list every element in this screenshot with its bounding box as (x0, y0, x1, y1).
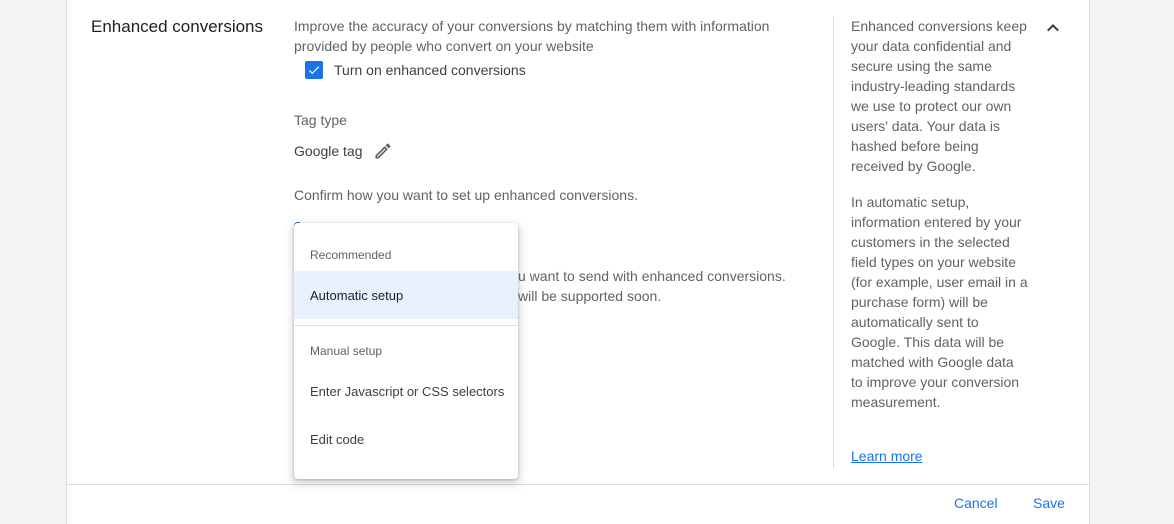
learn-more-link[interactable]: Learn more (851, 448, 923, 464)
dropdown-item-edit-code[interactable]: Edit code (294, 415, 518, 463)
setup-method-dropdown: Recommended Automatic setup Manual setup… (294, 223, 518, 479)
section-title: Enhanced conversions (91, 17, 264, 36)
dropdown-group-manual: Manual setup (310, 344, 383, 358)
obscured-text-line-2: will be supported soon. (518, 288, 662, 304)
pencil-icon[interactable] (373, 141, 393, 161)
obscured-text-line-1: u want to send with enhanced conversions… (518, 268, 786, 284)
checkbox-label: Turn on enhanced conversions (334, 62, 526, 78)
chevron-up-icon[interactable] (1041, 16, 1065, 40)
save-button[interactable]: Save (1033, 495, 1065, 511)
tag-type-label: Tag type (294, 112, 347, 128)
setup-confirm-text: Confirm how you want to set up enhanced … (294, 187, 638, 203)
enhanced-conversions-card: Enhanced conversions Improve the accurac… (66, 0, 1090, 524)
section-description: Improve the accuracy of your conversions… (294, 18, 770, 54)
tag-type-value: Google tag (294, 143, 363, 159)
sidebar-divider (833, 16, 834, 468)
sidebar-paragraph-2: In automatic setup, information entered … (851, 194, 1028, 410)
tag-type-row: Google tag (294, 141, 393, 161)
enhanced-conversions-checkbox-row[interactable]: Turn on enhanced conversions (305, 60, 526, 80)
dropdown-separator (294, 325, 518, 326)
dropdown-group-recommended: Recommended (310, 248, 392, 262)
dropdown-item-css-selectors[interactable]: Enter Javascript or CSS selectors (294, 367, 518, 415)
sidebar-paragraph-1: Enhanced conversions keep your data conf… (851, 18, 1027, 174)
enhanced-conversions-checkbox[interactable] (305, 61, 323, 79)
cancel-button[interactable]: Cancel (954, 495, 998, 511)
check-icon (308, 66, 320, 75)
dropdown-item-automatic-setup[interactable]: Automatic setup (294, 271, 518, 319)
footer-divider (67, 484, 1089, 485)
